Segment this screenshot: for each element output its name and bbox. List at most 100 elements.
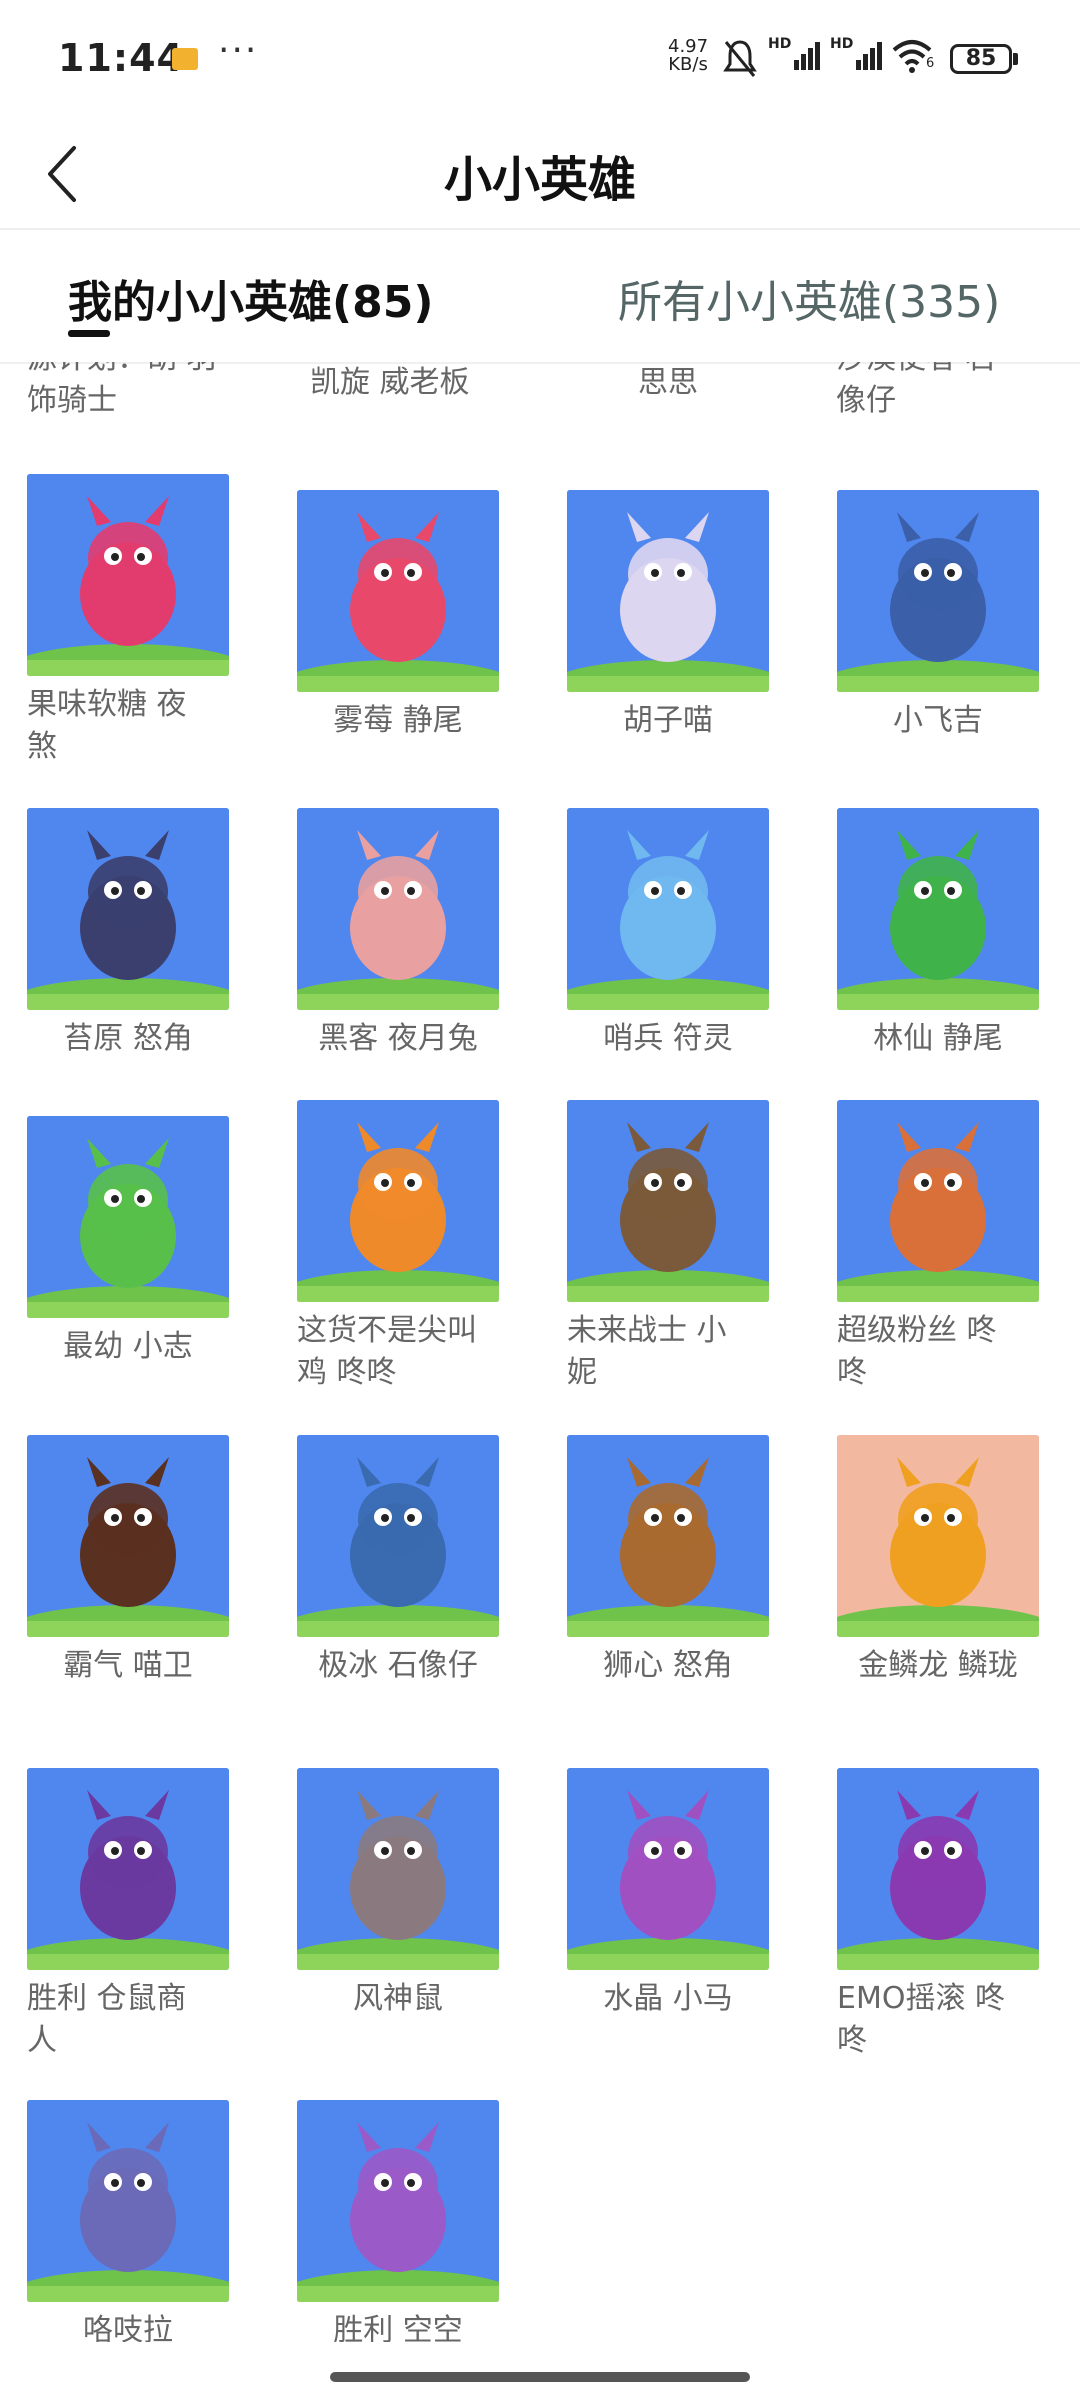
hero-thumbnail — [27, 474, 229, 676]
hero-item[interactable]: 苔原 怒角 — [27, 808, 277, 1060]
tab-bar: 我的小小英雄(85) 所有小小英雄(335) — [0, 230, 1080, 364]
hero-thumbnail — [27, 808, 229, 1010]
hero-item[interactable]: 咯吱拉 — [27, 2100, 277, 2342]
hero-name: 苔原 怒角 — [63, 1021, 193, 1056]
list-item-label[interactable]: 源计划：胡 羽 饰骑士 — [27, 362, 217, 422]
app-header: 小小英雄 — [0, 120, 1080, 230]
hero-item[interactable]: 林仙 静尾 — [837, 808, 1080, 1060]
hero-avatar-icon — [297, 808, 499, 1010]
hero-thumbnail — [567, 1768, 769, 1970]
tab-indicator — [68, 330, 110, 337]
hero-thumbnail — [297, 490, 499, 692]
hero-thumbnail — [567, 808, 769, 1010]
hero-avatar-icon — [27, 1768, 229, 1970]
hero-name: 果味软糖 夜 煞 — [27, 687, 187, 764]
hero-name: 风神鼠 — [353, 1981, 443, 2016]
hero-avatar-icon — [567, 490, 769, 692]
hero-name: 林仙 静尾 — [873, 1021, 1003, 1056]
mute-icon — [723, 40, 757, 77]
hero-thumbnail — [837, 1100, 1039, 1302]
page-title: 小小英雄 — [443, 152, 636, 208]
signal-icon: HD — [830, 30, 890, 80]
hero-avatar-icon — [297, 1100, 499, 1302]
hero-item[interactable]: 超级粉丝 咚 咚 — [837, 1100, 1080, 1394]
hero-thumbnail — [297, 2100, 499, 2302]
hero-avatar-icon — [567, 1768, 769, 1970]
hero-avatar-icon — [837, 1768, 1039, 1970]
hero-thumbnail — [27, 1116, 229, 1318]
home-indicator — [330, 2372, 750, 2382]
battery-tip — [1013, 53, 1018, 65]
hero-avatar-icon — [27, 474, 229, 676]
hero-item[interactable]: 胜利 空空 — [297, 2100, 547, 2342]
hero-avatar-icon — [297, 2100, 499, 2302]
hero-avatar-icon — [27, 1435, 229, 1637]
hero-thumbnail — [837, 1768, 1039, 1970]
hero-thumbnail — [837, 490, 1039, 692]
hero-item[interactable]: 金鳞龙 鳞珑 — [837, 1435, 1080, 1687]
list-item-label[interactable]: 沙漠使者 石 像仔 — [836, 362, 996, 422]
hero-item[interactable]: 这货不是尖叫 鸡 咚咚 — [297, 1100, 547, 1394]
hero-grid: 源计划：胡 羽 饰骑士 凯旋 威老板 思思 沙漠使者 石 像仔 果味软糖 夜 煞… — [0, 362, 1080, 2342]
hero-item[interactable]: 雾莓 静尾 — [297, 490, 547, 742]
hero-name: 霸气 喵卫 — [63, 1648, 193, 1683]
clock: 11:44 — [58, 36, 184, 80]
hero-thumbnail — [567, 1435, 769, 1637]
hero-item[interactable]: 果味软糖 夜 煞 — [27, 474, 277, 768]
wifi-icon: 6 — [890, 36, 940, 76]
hero-item[interactable]: 未来战士 小 妮 — [567, 1100, 817, 1394]
hero-avatar-icon — [567, 808, 769, 1010]
hero-item[interactable]: 小飞吉 — [837, 490, 1080, 742]
hero-item[interactable]: 哨兵 符灵 — [567, 808, 817, 1060]
hero-name: 黑客 夜月兔 — [318, 1021, 478, 1056]
hero-item[interactable]: 霸气 喵卫 — [27, 1435, 277, 1687]
hero-name: 超级粉丝 咚 咚 — [837, 1313, 997, 1390]
hero-item[interactable]: 狮心 怒角 — [567, 1435, 817, 1687]
hero-avatar-icon — [297, 490, 499, 692]
hero-name: 狮心 怒角 — [603, 1648, 733, 1683]
list-item-label[interactable]: 思思 — [638, 362, 698, 404]
hero-avatar-icon — [837, 1100, 1039, 1302]
hero-thumbnail — [837, 808, 1039, 1010]
hero-name: 未来战士 小 妮 — [567, 1313, 727, 1390]
hero-thumbnail — [837, 1435, 1039, 1637]
hero-name: 雾莓 静尾 — [333, 703, 463, 738]
hero-avatar-icon — [297, 1435, 499, 1637]
hero-avatar-icon — [837, 1435, 1039, 1637]
tab-all-heroes[interactable]: 所有小小英雄(335) — [618, 266, 1000, 330]
hero-name: EMO摇滚 咚 咚 — [837, 1981, 1005, 2058]
status-bar: 11:44 ··· 4.97 KB/s HD HD 6 85 — [0, 0, 1080, 120]
hero-name: 小飞吉 — [893, 703, 983, 738]
hero-avatar-icon — [567, 1100, 769, 1302]
hero-item[interactable]: 风神鼠 — [297, 1768, 547, 2020]
hero-item[interactable]: 黑客 夜月兔 — [297, 808, 547, 1060]
hero-avatar-icon — [837, 808, 1039, 1010]
hero-thumbnail — [27, 2100, 229, 2302]
hero-name: 极冰 石像仔 — [318, 1648, 478, 1683]
hero-item[interactable]: EMO摇滚 咚 咚 — [837, 1768, 1080, 2062]
hero-avatar-icon — [837, 490, 1039, 692]
hero-avatar-icon — [27, 2100, 229, 2302]
hero-avatar-icon — [27, 1116, 229, 1318]
hero-item[interactable]: 水晶 小马 — [567, 1768, 817, 2020]
hero-name: 胡子喵 — [623, 703, 713, 738]
signal-icon: HD — [768, 30, 828, 80]
hero-item[interactable]: 极冰 石像仔 — [297, 1435, 547, 1687]
hero-name: 哨兵 符灵 — [603, 1021, 733, 1056]
hero-name: 胜利 空空 — [333, 2313, 463, 2342]
hero-name: 金鳞龙 鳞珑 — [858, 1648, 1018, 1683]
hero-name: 水晶 小马 — [603, 1981, 733, 2016]
hero-thumbnail — [27, 1435, 229, 1637]
hero-item[interactable]: 最幼 小志 — [27, 1116, 277, 1368]
hero-item[interactable]: 胡子喵 — [567, 490, 817, 742]
battery-icon: 85 — [950, 44, 1012, 74]
list-item-label[interactable]: 凯旋 威老板 — [310, 362, 470, 404]
hero-thumbnail — [297, 808, 499, 1010]
network-speed: 4.97 KB/s — [668, 36, 709, 75]
hero-avatar-icon — [27, 808, 229, 1010]
tab-my-heroes[interactable]: 我的小小英雄(85) — [68, 266, 433, 330]
hero-name: 胜利 仓鼠商 人 — [27, 1981, 187, 2058]
hero-thumbnail — [297, 1100, 499, 1302]
hero-name: 咯吱拉 — [83, 2313, 173, 2342]
hero-item[interactable]: 胜利 仓鼠商 人 — [27, 1768, 277, 2062]
